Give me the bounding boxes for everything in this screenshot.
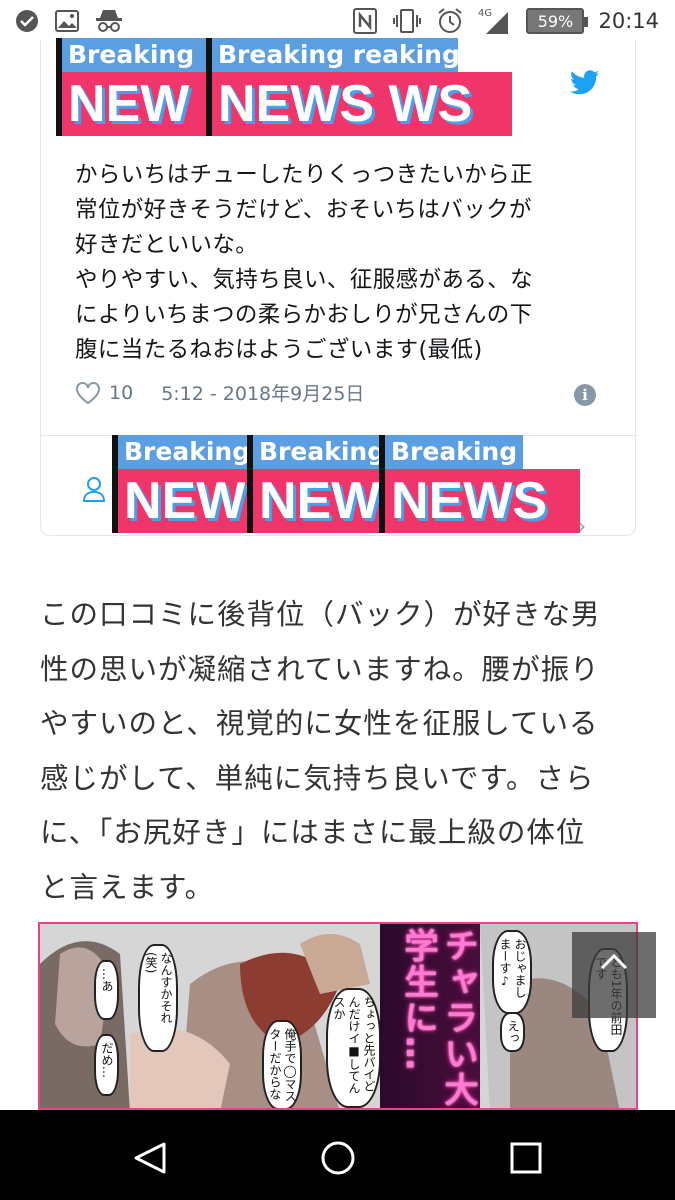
signal-icon: 4G — [478, 8, 509, 34]
tweet-meta: 10 5:12 - 2018年9月25日 — [75, 379, 364, 406]
sticker-news-label: NEWS — [385, 469, 580, 533]
tweet-text: からいちはチューしたりくっつきたいから正 常位が好きそうだけど、おそいちはバック… — [75, 158, 627, 368]
tweet-line: やりやすい、気持ち良い、征服感がある、な — [75, 267, 534, 293]
speech-bubble: 俺手で◯マスターだからな — [262, 1020, 302, 1108]
article-line: 性の思いが凝縮されていますね。腰が振り — [40, 652, 600, 686]
article-line: この口コミに後背位（バック）が好きな男 — [40, 598, 601, 631]
vibrate-icon — [393, 9, 422, 33]
tweet-line: によりいちまつの柔らかおしりが兄さんの下 — [75, 302, 533, 328]
battery-percent: 59% — [537, 11, 574, 31]
breaking-news-sticker: Breaking NEW — [112, 435, 253, 535]
chevron-up-icon — [600, 953, 628, 970]
alarm-icon — [438, 8, 463, 33]
battery-icon: 59% — [526, 8, 589, 34]
status-right-icons: 4G 59% 20:14 — [352, 6, 659, 36]
incognito-icon — [96, 10, 122, 32]
sticker-top-label: Breaking — [118, 435, 253, 469]
breaking-news-sticker: Breaking NEW — [56, 38, 212, 138]
sticker-news-label: NEW — [253, 469, 385, 533]
tweet-line: 腹に当たるねおはようございます(最低) — [75, 337, 483, 363]
twitter-bird-icon[interactable] — [570, 70, 600, 96]
sticker-top-label: Breaking — [253, 435, 385, 469]
back-icon[interactable] — [130, 1140, 170, 1176]
sticker-news-label: NEWS WS — [212, 72, 512, 136]
speech-bubble: えっ — [500, 1012, 525, 1052]
article-body: この口コミに後背位（バック）が好きな男 性の思いが凝縮されていますね。腰が振り … — [40, 588, 640, 915]
image-icon — [55, 10, 79, 32]
sticker-news-label: NEW — [62, 72, 212, 136]
article-line: と言えます。 — [40, 870, 215, 904]
check-circle-icon — [16, 10, 38, 32]
clock: 20:14 — [598, 9, 659, 33]
tweet-timestamp[interactable]: 5:12 - 2018年9月25日 — [161, 379, 364, 406]
article-line: やすいのと、視覚的に女性を征服している — [40, 707, 599, 740]
speech-bubble: おじゃましまーす♪ — [492, 930, 532, 1014]
breaking-news-sticker: Breaking reaking NEWS WS — [206, 38, 512, 138]
ad-title: チャラい大学生に… — [398, 928, 478, 1108]
breaking-news-sticker: Breaking NEWS — [379, 435, 580, 535]
sticker-top-label: Breaking — [62, 38, 212, 72]
scroll-to-top-button[interactable] — [572, 932, 656, 1018]
sticker-news-label: NEW — [118, 469, 253, 533]
tweet-line: からいちはチューしたりくっつきたいから正 — [75, 162, 534, 188]
like-count[interactable]: 10 — [109, 382, 133, 404]
tweet-line: 好きだといいな。 — [75, 232, 259, 258]
info-icon[interactable]: i — [574, 384, 596, 406]
svg-text:4G: 4G — [478, 8, 492, 19]
manga-ad-banner[interactable]: …あ なんすかそれ(笑) だめ… 俺手で◯マスターだからな ちょっと先パイどんだ… — [38, 922, 638, 1110]
nfc-icon — [353, 8, 378, 34]
heart-icon[interactable] — [75, 381, 101, 405]
android-nav-bar — [0, 1110, 675, 1200]
speech-bubble: だめ… — [94, 1034, 119, 1096]
sticker-top-label: Breaking — [385, 435, 523, 469]
speech-bubble: なんすかそれ(笑) — [138, 944, 178, 1052]
tweet-line: 常位が好きそうだけど、おそいちはバックが — [75, 197, 532, 223]
article-line: 感じがして、単純に気持ち良いです。さら — [40, 761, 595, 795]
speech-bubble: …あ — [94, 960, 119, 1020]
home-icon[interactable] — [318, 1140, 358, 1176]
profile-icon[interactable] — [83, 476, 105, 502]
breaking-news-sticker: Breaking NEW — [247, 435, 385, 535]
article-line: に、「お尻好き」にはまさに最上級の体位 — [40, 816, 586, 849]
speech-bubble: ちょっと先パイどんだけイ■してんスか — [326, 988, 381, 1108]
status-left-icons — [14, 8, 124, 34]
sticker-top-label: Breaking reaking — [212, 38, 458, 72]
recents-icon[interactable] — [508, 1140, 544, 1176]
